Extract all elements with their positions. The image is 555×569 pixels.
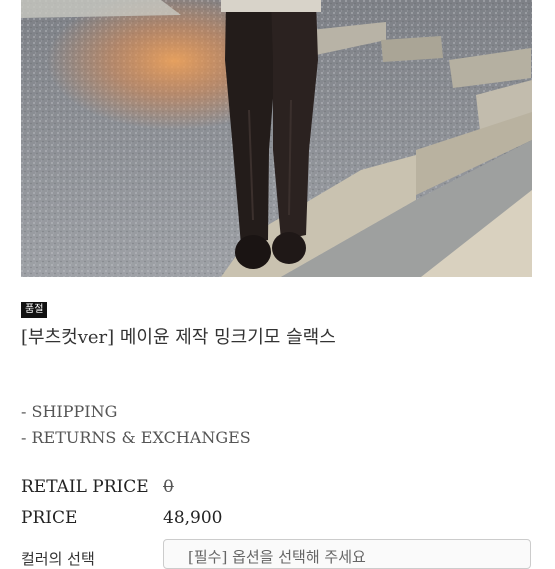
price-value: 48,900 — [163, 508, 223, 528]
product-title: [부츠컷ver] 메이윤 제작 밍크기모 슬랙스 — [21, 327, 336, 348]
sold-out-badge: 품절 — [21, 302, 48, 318]
retail-price-label: RETAIL PRICE — [21, 477, 149, 497]
option-label: 컬러의 선택 — [21, 550, 95, 568]
price-label: PRICE — [21, 508, 78, 528]
option-select[interactable]: [필수] 옵션을 선택해 주세요 — [163, 539, 531, 569]
returns-exchanges-link[interactable]: - RETURNS & EXCHANGES — [21, 428, 251, 447]
shipping-link[interactable]: - SHIPPING — [21, 402, 117, 421]
retail-price-value: 0 — [163, 477, 174, 497]
product-photo — [21, 0, 532, 277]
